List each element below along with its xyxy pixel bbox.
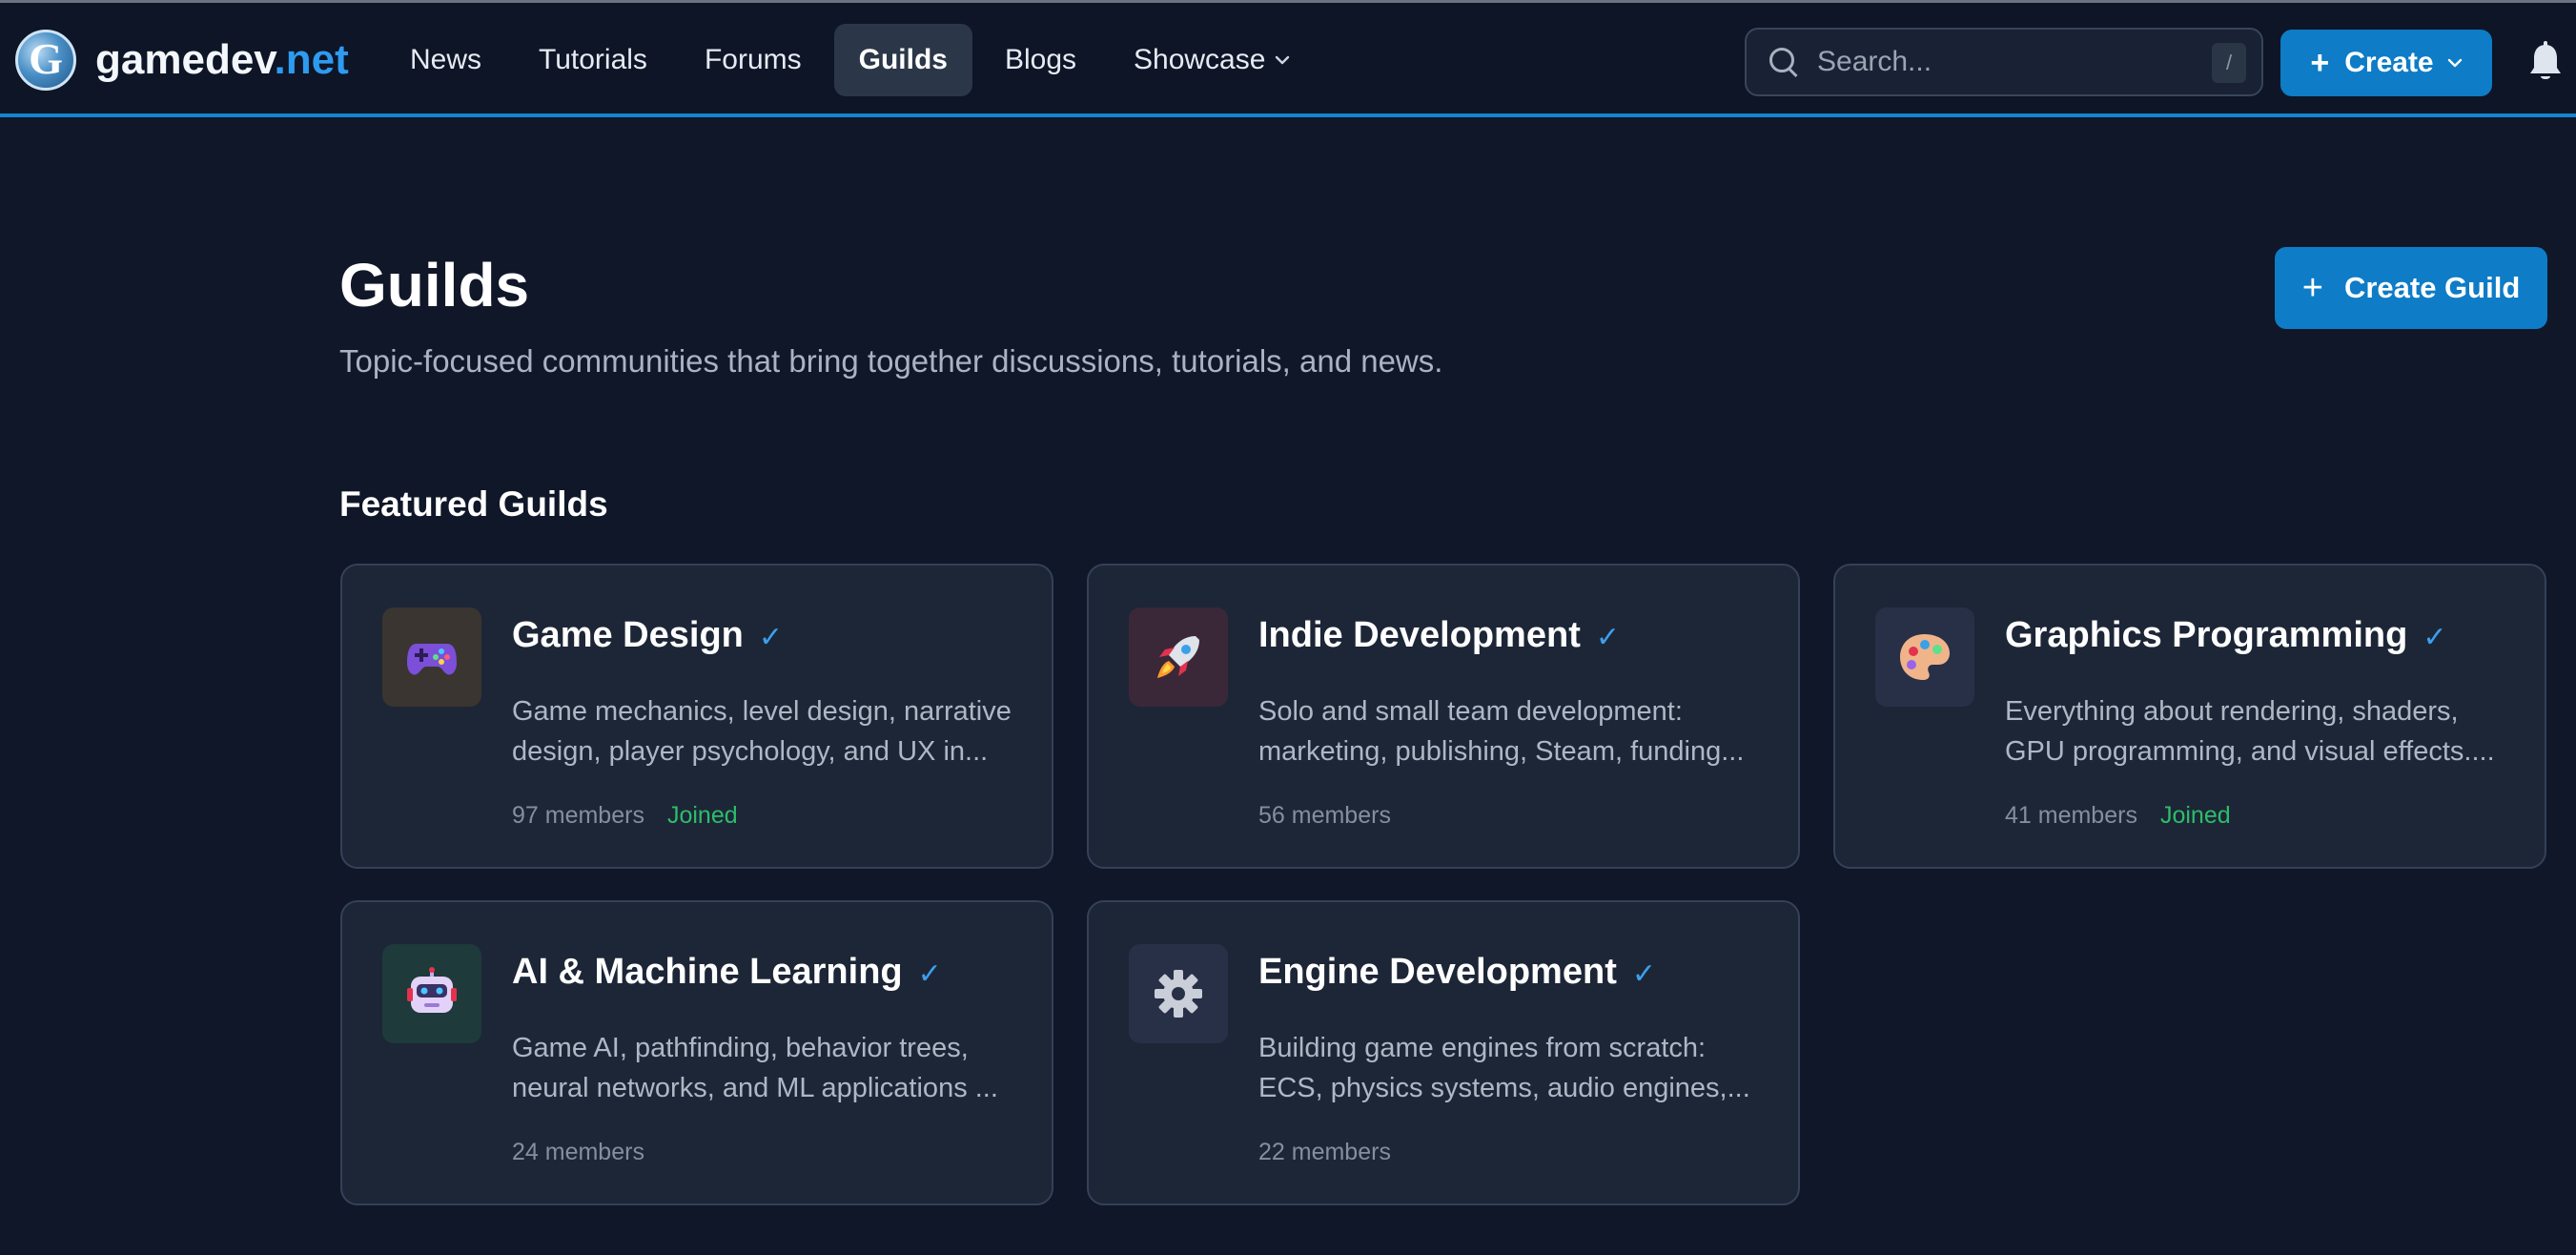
guild-description-line: Solo and small team development:: [1258, 696, 1683, 727]
nav-label: Guilds: [858, 44, 948, 75]
nav-label: Blogs: [1004, 44, 1077, 75]
robot-icon: [407, 967, 457, 1013]
plus-icon: +: [2301, 267, 2323, 308]
logo-mark-icon: G: [15, 30, 76, 91]
plus-icon: +: [2310, 44, 2330, 81]
guild-title[interactable]: Game Design ✓: [512, 615, 783, 656]
guild-meta: 24 members: [512, 1139, 644, 1166]
guild-meta: 22 members: [1258, 1139, 1391, 1166]
nav-tutorials[interactable]: Tutorials: [514, 24, 672, 96]
guild-title[interactable]: Graphics Programming ✓: [2005, 615, 2446, 656]
verified-check-icon: ✓: [1595, 622, 1620, 653]
verified-check-icon: ✓: [758, 622, 784, 653]
guild-joined-badge: Joined: [2159, 802, 2231, 829]
guild-title-text: Engine Development: [1258, 952, 1617, 992]
logo-text: gamedev.net: [95, 36, 349, 84]
guild-card-game-design[interactable]: Game Design ✓ Game mechanics, level desig…: [340, 564, 1053, 869]
site-logo[interactable]: G gamedev.net: [15, 30, 349, 91]
guild-joined-badge: Joined: [666, 802, 738, 829]
guild-card-ai-machine-learning[interactable]: AI & Machine Learning ✓ Game AI, pathfind…: [340, 900, 1053, 1205]
create-guild-button[interactable]: + Create Guild: [2275, 247, 2547, 329]
guild-icon-tile: [382, 944, 481, 1043]
guild-title[interactable]: AI & Machine Learning ✓: [512, 952, 942, 993]
guild-meta: 41 members Joined: [2005, 802, 2231, 830]
guild-description-line: design, player psychology, and UX in...: [512, 736, 989, 767]
guild-title[interactable]: Indie Development ✓: [1258, 615, 1620, 656]
rocket-icon: [1157, 636, 1199, 678]
guild-icon-tile: [382, 607, 481, 707]
guild-title-text: Game Design: [512, 615, 744, 655]
guild-member-count: 41 members: [2005, 802, 2137, 829]
gear-icon: [1155, 970, 1202, 1018]
guild-description: Everything about rendering, shaders, GPU…: [2005, 691, 2510, 772]
verified-check-icon: ✓: [2423, 622, 2447, 653]
chevron-down-icon: [2447, 58, 2462, 68]
site-header: G gamedev.net News Tutorials Forums Guil…: [0, 3, 2576, 117]
guild-description-line: neural networks, and ML applications ...: [512, 1073, 998, 1103]
search-icon: [1768, 46, 1800, 78]
page-title: Guilds: [339, 251, 530, 319]
guild-member-count: 22 members: [1258, 1139, 1391, 1165]
logo-mark-letter: G: [29, 34, 63, 83]
nav-showcase[interactable]: Showcase: [1109, 24, 1315, 96]
bell-icon[interactable]: [2528, 41, 2563, 83]
page-subtitle: Topic-focused communities that bring tog…: [339, 343, 1443, 379]
verified-check-icon: ✓: [1631, 958, 1656, 990]
guild-meta: 97 members Joined: [512, 802, 738, 830]
guild-description-line: marketing, publishing, Steam, funding...: [1258, 736, 1745, 767]
palette-icon: [1900, 634, 1950, 680]
guild-description-line: Everything about rendering, shaders,: [2005, 696, 2459, 727]
main-nav: News Tutorials Forums Guilds Blogs Showc…: [385, 24, 1322, 96]
guild-member-count: 97 members: [512, 802, 644, 829]
nav-news[interactable]: News: [385, 24, 506, 96]
create-guild-label: Create Guild: [2343, 271, 2521, 304]
guild-meta: 56 members: [1258, 802, 1391, 830]
guild-card-engine-development[interactable]: Engine Development ✓ Building game engine…: [1087, 900, 1800, 1205]
nav-label: Showcase: [1134, 44, 1266, 75]
guild-icon-tile: [1875, 607, 1974, 707]
guild-description: Game AI, pathfinding, behavior trees, ne…: [512, 1028, 1017, 1108]
guild-icon-tile: [1129, 607, 1228, 707]
chevron-down-icon: [1276, 55, 1290, 65]
gamepad-icon: [407, 644, 457, 675]
guild-description-line: GPU programming, and visual effects....: [2005, 736, 2495, 767]
nav-label: Forums: [704, 44, 802, 75]
guild-description: Solo and small team development: marketi…: [1258, 691, 1764, 772]
logo-text-main: gamedev: [95, 36, 275, 83]
nav-blogs[interactable]: Blogs: [980, 24, 1101, 96]
create-button-label: Create: [2344, 47, 2434, 78]
search-box[interactable]: /: [1745, 28, 2263, 96]
guild-description-line: Building game engines from scratch:: [1258, 1033, 1707, 1063]
guild-member-count: 24 members: [512, 1139, 644, 1165]
guild-description-line: Game mechanics, level design, narrative: [512, 696, 1012, 727]
guild-title-text: AI & Machine Learning: [512, 952, 903, 992]
search-input[interactable]: [1817, 46, 2179, 78]
guild-title-text: Graphics Programming: [2005, 615, 2408, 655]
nav-guilds[interactable]: Guilds: [833, 24, 972, 96]
guild-member-count: 56 members: [1258, 802, 1391, 829]
guild-card-indie-development[interactable]: Indie Development ✓ Solo and small team d…: [1087, 564, 1800, 869]
guild-icon-tile: [1129, 944, 1228, 1043]
nav-forums[interactable]: Forums: [680, 24, 827, 96]
guild-description: Building game engines from scratch: ECS,…: [1258, 1028, 1764, 1108]
create-button[interactable]: + Create: [2280, 30, 2492, 96]
guild-description-line: Game AI, pathfinding, behavior trees,: [512, 1033, 969, 1063]
guild-title-text: Indie Development: [1258, 615, 1581, 655]
nav-label: Tutorials: [539, 44, 647, 75]
search-shortcut-key: /: [2212, 43, 2246, 83]
verified-check-icon: ✓: [917, 958, 942, 990]
guild-description-line: ECS, physics systems, audio engines,...: [1258, 1073, 1750, 1103]
featured-guilds-heading: Featured Guilds: [339, 484, 608, 524]
guild-title[interactable]: Engine Development ✓: [1258, 952, 1656, 993]
nav-label: News: [410, 44, 482, 75]
logo-text-accent: .net: [274, 36, 349, 83]
guild-description: Game mechanics, level design, narrative …: [512, 691, 1017, 772]
guild-card-graphics-programming[interactable]: Graphics Programming ✓ Everything about r…: [1833, 564, 2546, 869]
